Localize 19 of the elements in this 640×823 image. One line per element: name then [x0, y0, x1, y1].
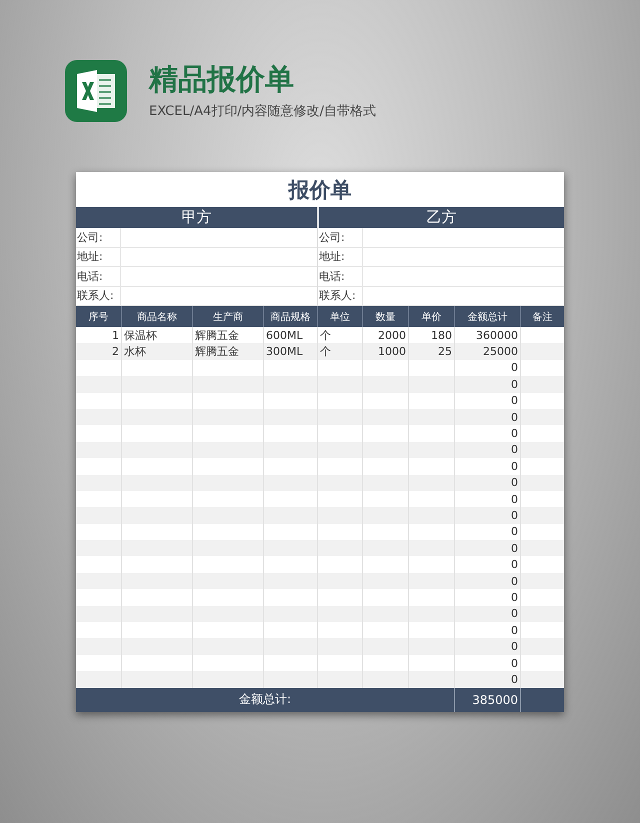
field-label: 电话:	[76, 267, 121, 286]
field-label: 联系人:	[318, 286, 363, 305]
total-label: 金额总计:	[238, 691, 292, 708]
field-label: 地址:	[318, 248, 363, 266]
field-label: 公司:	[318, 228, 363, 246]
spreadsheet-logo-icon	[65, 60, 127, 122]
table-cell-text: 1	[111, 328, 120, 344]
page-subtitle: EXCEL/A4打印/内容随意修改/自带格式	[149, 103, 376, 120]
party-header: 甲方	[76, 207, 317, 228]
column-header: 序号	[88, 310, 110, 324]
sheet-title: 报价单	[287, 176, 352, 204]
field-label: 联系人:	[76, 286, 121, 305]
field-label: 地址:	[76, 248, 121, 266]
field-label: 公司:	[76, 228, 121, 246]
party-header: 乙方	[318, 207, 564, 228]
table-cell-text: 2	[111, 344, 120, 360]
page-title: 精品报价单	[149, 62, 295, 96]
field-label: 电话:	[318, 267, 363, 286]
total-value: 385000	[454, 688, 520, 712]
